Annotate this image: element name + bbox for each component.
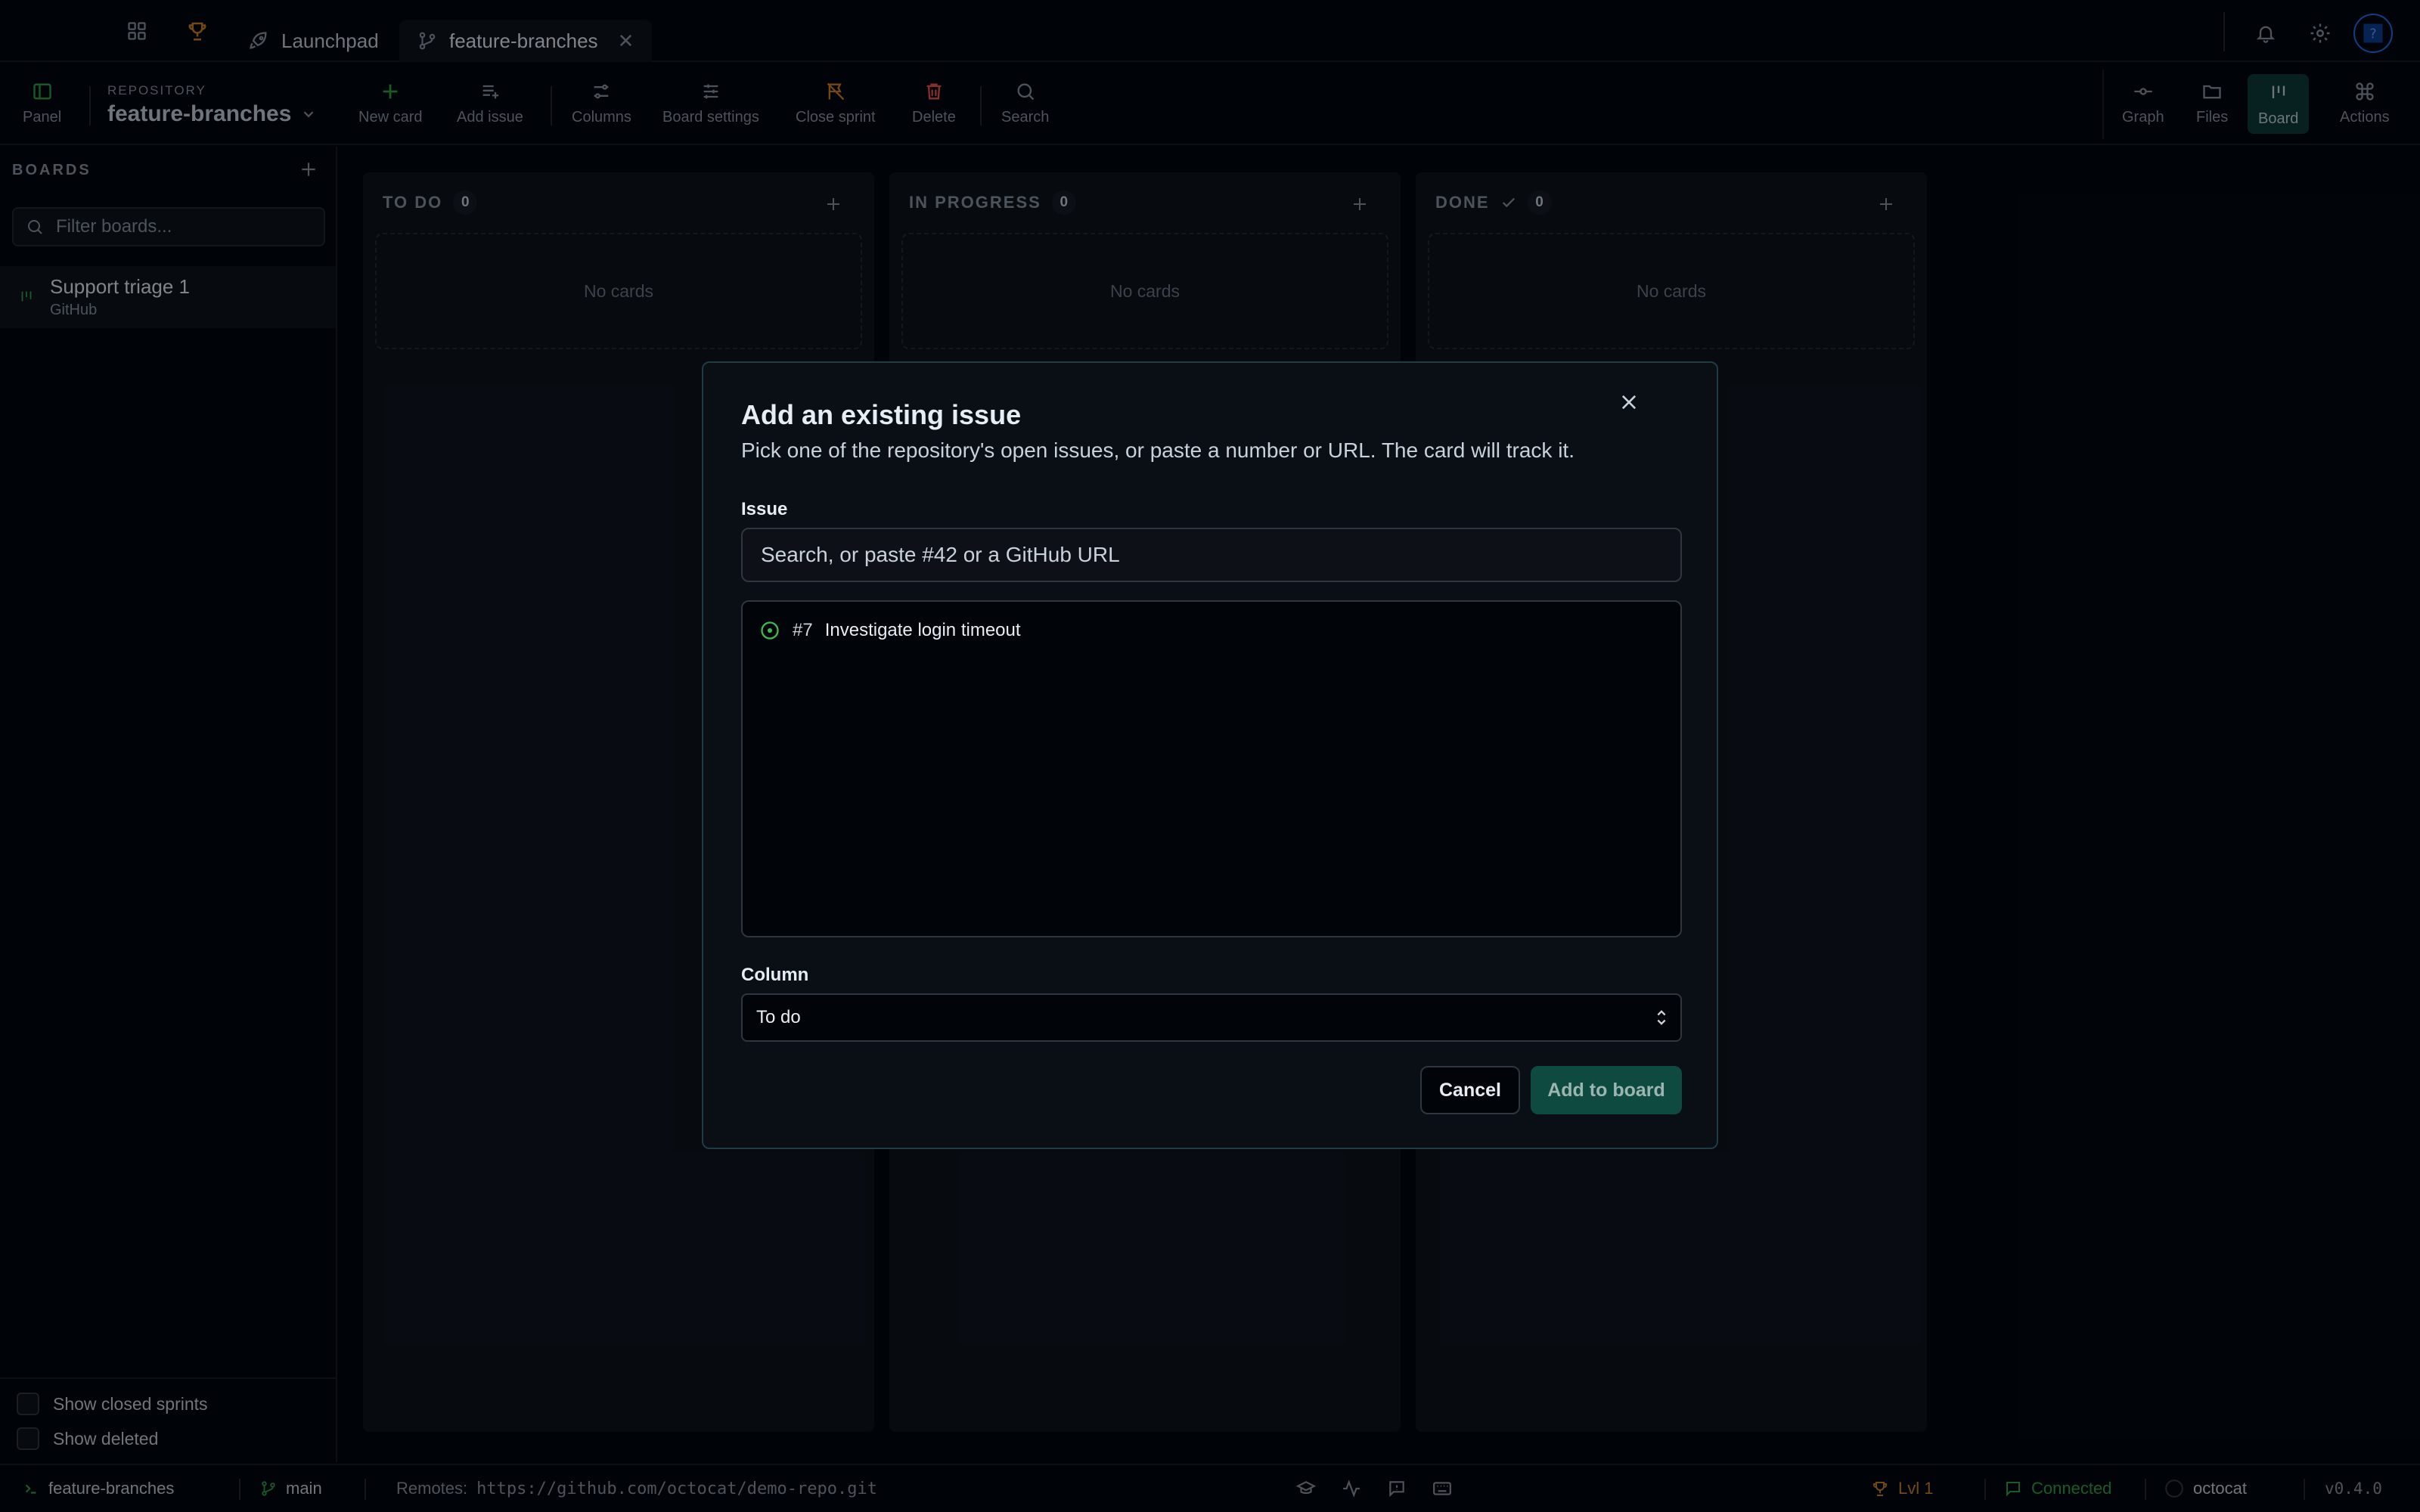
dialog-title: Add an existing issue bbox=[741, 399, 1022, 430]
issue-title: Investigate login timeout bbox=[824, 620, 1021, 640]
cancel-button[interactable]: Cancel bbox=[1420, 1066, 1520, 1114]
close-icon bbox=[1621, 395, 1637, 410]
add-existing-issue-dialog: Add an existing issue Pick one of the re… bbox=[702, 361, 1718, 1149]
issue-number: #7 bbox=[793, 620, 813, 640]
column-select[interactable]: To do bbox=[741, 993, 1682, 1042]
issue-open-icon bbox=[759, 620, 780, 641]
list-item[interactable]: #7 Investigate login timeout bbox=[759, 615, 1021, 646]
add-to-board-button[interactable]: Add to board bbox=[1531, 1066, 1682, 1114]
column-select-value: To do bbox=[756, 1007, 801, 1027]
issue-search-input[interactable] bbox=[741, 528, 1682, 582]
select-arrows-icon bbox=[1653, 1007, 1670, 1028]
column-label: Column bbox=[741, 965, 809, 985]
dialog-subtitle: Pick one of the repository's open issues… bbox=[741, 438, 1575, 462]
issue-label: Issue bbox=[741, 499, 788, 519]
issue-list: #7 Investigate login timeout bbox=[741, 600, 1682, 937]
close-dialog-button[interactable] bbox=[1611, 384, 1647, 420]
